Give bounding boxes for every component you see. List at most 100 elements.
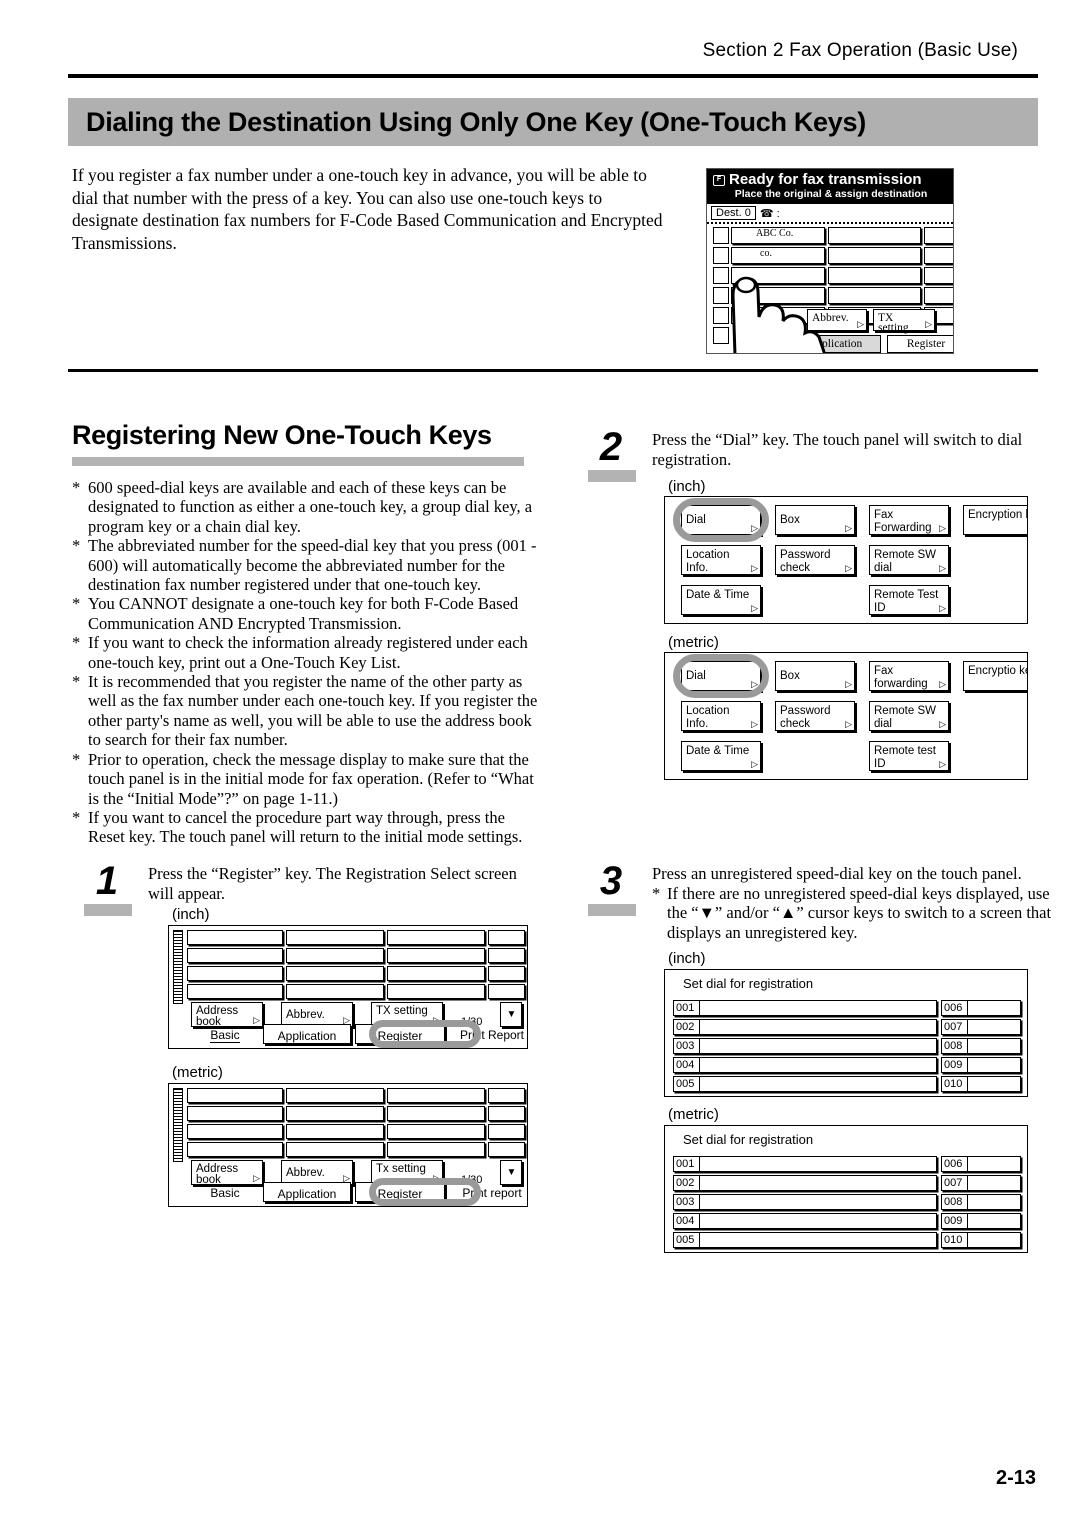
dial-key-row[interactable]: 008 [941,1038,1021,1054]
location-info-key[interactable]: Location Info. ▷ [681,545,761,575]
dial-key-row[interactable]: 006 [941,1156,1021,1172]
grid-cell[interactable] [387,966,485,981]
grid-cell[interactable] [187,1106,283,1121]
intro-paragraph: If you register a fax number under a one… [72,165,663,253]
dial-key-row[interactable]: 009 [941,1057,1021,1073]
grid-cell[interactable] [488,1106,525,1121]
key-row-2: Location Info. ▷ Password check ▷ Remote… [681,545,949,575]
tx-setting-button[interactable]: TX setting ▷ [873,309,935,334]
dial-key-row[interactable]: 001 [673,1000,937,1016]
step-3-inch-caption: (inch) [668,950,706,967]
abbrev-label: Abbrev. [286,1167,325,1179]
password-check-key[interactable]: Password check ▷ [775,701,855,731]
grid-cell[interactable] [187,1124,283,1139]
dial-key-row[interactable]: 005 [673,1076,937,1092]
dial-key-row[interactable]: 010 [941,1232,1021,1248]
bullet-marker: * [72,536,81,556]
grid-cell[interactable] [286,930,384,945]
remote-test-id-key[interactable]: Remote Test ID ▷ [869,585,949,615]
grid-cell[interactable] [488,1088,525,1103]
grid-cell[interactable] [286,1106,384,1121]
tab-register[interactable]: Register [355,1024,445,1044]
dial-key-columns: 001 002 003 004 005 006 007 008 009 010 [673,1156,1021,1251]
grid-cell[interactable] [488,948,525,963]
panel-scrollbar[interactable] [173,1088,183,1162]
grid-cell[interactable] [387,1142,485,1157]
tab-register[interactable]: Register [355,1182,445,1202]
tab-application[interactable]: Application [263,1024,351,1044]
grid-cell[interactable] [387,1088,485,1103]
grid-row [187,1124,525,1139]
grid-cell[interactable] [187,930,283,945]
dial-key-row[interactable]: 006 [941,1000,1021,1016]
grid-cell[interactable] [488,1142,525,1157]
grid-cell[interactable] [488,984,525,999]
grid-cell[interactable] [286,1142,384,1157]
grid-cell[interactable] [187,1142,283,1157]
grid-cell[interactable] [387,1124,485,1139]
grid-cell[interactable] [187,1088,283,1103]
dial-key-row[interactable]: 010 [941,1076,1021,1092]
remote-sw-dial-key[interactable]: Remote SW dial ▷ [869,545,949,575]
dial-key[interactable]: Dial ▷ [681,661,761,691]
dial-key-row[interactable]: 001 [673,1156,937,1172]
dial-key-row[interactable]: 003 [673,1194,937,1210]
tab-basic[interactable]: Basic [187,1182,263,1202]
dial-key-number: 005 [674,1077,700,1091]
list-item: * If you want to cancel the procedure pa… [72,808,540,847]
dial-key-row[interactable]: 005 [673,1232,937,1248]
dial-key-row[interactable]: 009 [941,1213,1021,1229]
grid-cell[interactable] [187,966,283,981]
grid-cell[interactable] [488,1124,525,1139]
dial-key-row[interactable]: 002 [673,1175,937,1191]
grid-cell[interactable] [387,948,485,963]
grid-cell[interactable] [488,966,525,981]
encryption-key-key[interactable]: Encryption key [963,505,1027,535]
dial-key-row[interactable]: 004 [673,1213,937,1229]
grid-cell[interactable] [286,966,384,981]
dial-key[interactable]: Dial ▷ [681,505,761,535]
tab-basic[interactable]: Basic [187,1024,263,1044]
tab-application[interactable]: Application [263,1182,351,1202]
grid-cell[interactable] [187,984,283,999]
date-time-key[interactable]: Date & Time ▷ [681,585,761,615]
remote-test-id-key[interactable]: Remote test ID ▷ [869,741,949,771]
speed-dial-cell[interactable] [924,227,953,244]
dial-key-row[interactable]: 003 [673,1038,937,1054]
fax-forwarding-key[interactable]: Fax forwarding ▷ [869,661,949,691]
date-time-key[interactable]: Date & Time ▷ [681,741,761,771]
dial-key-row[interactable]: 007 [941,1175,1021,1191]
remote-sw-dial-key[interactable]: Remote SW dial ▷ [869,701,949,731]
dial-key-number: 008 [942,1039,968,1053]
box-key[interactable]: Box ▷ [775,661,855,691]
box-key[interactable]: Box ▷ [775,505,855,535]
grid-cell[interactable] [286,984,384,999]
panel-scrollbar[interactable] [173,930,183,1004]
bullet-marker: * [72,672,81,692]
tab-register[interactable]: Register [887,335,953,353]
grid-cell[interactable] [488,930,525,945]
dial-key-row[interactable]: 007 [941,1019,1021,1035]
grid-cell[interactable] [286,1088,384,1103]
tab-print-report[interactable]: Print Report [449,1024,535,1044]
speed-dial-cell[interactable] [924,267,953,284]
expand-arrow-icon: ▷ [751,523,758,533]
location-info-key[interactable]: Location Info. ▷ [681,701,761,731]
fax-forwarding-key[interactable]: Fax Forwarding ▷ [869,505,949,535]
step-1-number-underbar [84,904,132,916]
dial-key-row[interactable]: 002 [673,1019,937,1035]
grid-cell[interactable] [286,948,384,963]
speed-dial-cell[interactable] [924,287,953,304]
grid-cell[interactable] [387,930,485,945]
grid-cell[interactable] [387,984,485,999]
grid-cell[interactable] [286,1124,384,1139]
password-check-key[interactable]: Password check ▷ [775,545,855,575]
tab-print-report[interactable]: Print report [449,1182,535,1202]
dial-key-row[interactable]: 004 [673,1057,937,1073]
grid-cell[interactable] [187,948,283,963]
encryption-key-key[interactable]: Encryptio key [963,661,1027,691]
page-number: 2-13 [995,1467,1036,1489]
dial-key-row[interactable]: 008 [941,1194,1021,1210]
grid-cell[interactable] [387,1106,485,1121]
speed-dial-cell[interactable] [924,247,953,264]
